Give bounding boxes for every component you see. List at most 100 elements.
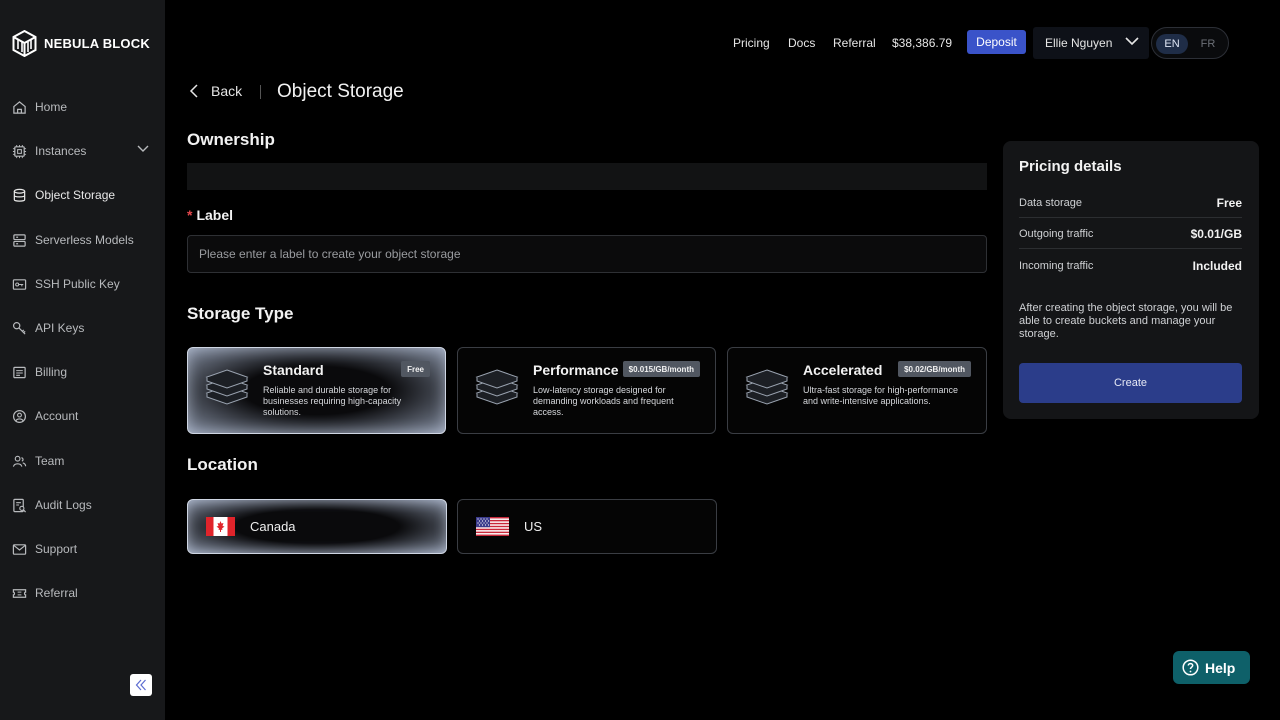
key-card-icon — [12, 278, 27, 290]
lang-en-option[interactable]: EN — [1156, 34, 1188, 54]
price-badge: $0.015/GB/month — [622, 361, 700, 377]
referral-link[interactable]: Referral — [833, 36, 876, 50]
ownership-heading: Ownership — [187, 130, 275, 149]
sidebar-item-label: Team — [35, 454, 65, 468]
pricing-row-key: Outgoing traffic — [1019, 227, 1094, 240]
storage-stack-icon — [475, 369, 519, 405]
sidebar-item-account[interactable]: Account — [12, 402, 157, 430]
topbar: Pricing Docs Referral $38,386.79 Deposit… — [165, 27, 1280, 59]
label-input[interactable] — [187, 235, 987, 273]
lang-fr-option[interactable]: FR — [1196, 34, 1220, 54]
pricing-row-value: Included — [1192, 259, 1242, 273]
docs-link[interactable]: Docs — [788, 36, 815, 50]
sidebar-item-label: API Keys — [35, 321, 85, 335]
create-button[interactable]: Create — [1019, 363, 1242, 403]
user-circle-icon — [12, 409, 27, 423]
user-name: Ellie Nguyen — [1045, 36, 1113, 50]
storage-option-desc: Reliable and durable storage for busines… — [263, 385, 402, 417]
sidebar: NEBULA BLOCK Home Instances Object Stora… — [0, 0, 165, 720]
storage-stack-icon — [745, 369, 789, 405]
sidebar-item-instances[interactable]: Instances — [12, 137, 157, 165]
audit-icon — [13, 498, 27, 512]
pricing-details-title: Pricing details — [1019, 158, 1122, 175]
ticket-icon — [12, 588, 27, 598]
pricing-row-value: $0.01/GB — [1190, 226, 1242, 241]
label-heading: * Label — [187, 207, 233, 223]
pricing-row-value: Free — [1216, 195, 1242, 210]
server-icon — [13, 233, 26, 247]
sidebar-item-audit-logs[interactable]: Audit Logs — [12, 491, 157, 519]
back-label: Back — [211, 83, 243, 99]
user-menu[interactable]: Ellie Nguyen — [1033, 27, 1149, 59]
team-icon — [12, 455, 27, 467]
chevron-down-icon — [1125, 37, 1139, 46]
pricing-row-key: Data storage — [1019, 196, 1082, 209]
sidebar-item-label: Object Storage — [35, 188, 116, 202]
sidebar-item-object-storage[interactable]: Object Storage — [12, 181, 157, 209]
sidebar-item-label: Referral — [35, 586, 78, 600]
storage-stack-icon — [205, 369, 249, 405]
sidebar-item-ssh-public-key[interactable]: SSH Public Key — [12, 270, 157, 298]
deposit-button[interactable]: Deposit — [967, 30, 1026, 54]
storage-option-title: Accelerated — [803, 362, 883, 378]
sidebar-item-referral[interactable]: Referral — [12, 579, 157, 607]
sidebar-item-billing[interactable]: Billing — [12, 358, 157, 386]
label-heading-text: Label — [196, 207, 234, 223]
storage-option-title: Performance — [533, 362, 619, 378]
pricing-row-outgoing-traffic: Outgoing traffic $0.01/GB — [1019, 219, 1242, 249]
sidebar-item-label: Instances — [35, 144, 87, 158]
question-circle-icon — [1182, 659, 1199, 676]
nebula-logo-icon — [12, 30, 37, 57]
pricing-details-panel: Pricing details Data storage Free Outgoi… — [1003, 141, 1259, 419]
pricing-row-key: Incoming traffic — [1019, 260, 1094, 272]
brand-name: NEBULA BLOCK — [44, 36, 150, 51]
storage-option-desc: Ultra-fast storage for high-performance … — [803, 385, 959, 406]
help-button[interactable]: Help — [1173, 651, 1250, 684]
collapse-sidebar-button[interactable] — [130, 674, 152, 696]
sidebar-item-label: SSH Public Key — [35, 277, 120, 291]
page-title: Object Storage — [277, 81, 404, 102]
sidebar-item-label: Serverless Models — [35, 233, 134, 247]
sidebar-item-serverless-models[interactable]: Serverless Models — [12, 226, 157, 254]
pricing-row-data-storage: Data storage Free — [1019, 188, 1242, 218]
location-label: Canada — [250, 519, 296, 534]
us-flag-icon — [476, 517, 509, 536]
cpu-icon — [12, 144, 27, 158]
header-divider — [260, 85, 261, 99]
brand-logo[interactable]: NEBULA BLOCK — [12, 30, 150, 57]
language-switch: EN FR — [1151, 27, 1229, 59]
sidebar-item-label: Billing — [35, 365, 68, 379]
key-icon — [12, 321, 26, 335]
sidebar-item-label: Support — [35, 542, 78, 556]
storage-option-performance[interactable]: Performance $0.015/GB/month Low-latency … — [457, 347, 716, 434]
sidebar-item-team[interactable]: Team — [12, 447, 157, 475]
required-mark: * — [187, 207, 193, 223]
location-option-us[interactable]: US — [457, 499, 717, 554]
price-badge: $0.02/GB/month — [898, 361, 971, 377]
storage-option-standard[interactable]: Standard Free Reliable and durable stora… — [187, 347, 446, 434]
storage-option-title: Standard — [263, 362, 324, 378]
storage-option-desc: Low-latency storage designed for demandi… — [533, 385, 674, 417]
sidebar-item-support[interactable]: Support — [12, 535, 157, 563]
location-heading: Location — [187, 455, 258, 474]
pricing-link[interactable]: Pricing — [733, 36, 770, 50]
account-balance: $38,386.79 — [892, 36, 953, 50]
storage-option-accelerated[interactable]: Accelerated $0.02/GB/month Ultra-fast st… — [727, 347, 987, 434]
pricing-row-incoming-traffic: Incoming traffic Included — [1019, 251, 1242, 281]
sidebar-item-api-keys[interactable]: API Keys — [12, 314, 157, 342]
sidebar-item-home[interactable]: Home — [12, 93, 157, 121]
back-button[interactable]: Back — [189, 83, 242, 99]
sidebar-item-label: Audit Logs — [35, 498, 92, 512]
price-badge: Free — [401, 361, 430, 377]
ownership-field[interactable] — [187, 163, 987, 190]
sidebar-item-label: Account — [35, 409, 79, 423]
database-icon — [13, 188, 26, 202]
double-chevron-left-icon — [135, 679, 146, 691]
canada-flag-icon — [206, 517, 235, 536]
mail-icon — [12, 543, 27, 555]
location-label: US — [524, 519, 543, 534]
chevron-down-icon[interactable] — [137, 145, 149, 153]
help-label: Help — [1205, 659, 1236, 676]
location-option-canada[interactable]: Canada — [187, 499, 447, 554]
chevron-left-icon — [189, 84, 198, 98]
